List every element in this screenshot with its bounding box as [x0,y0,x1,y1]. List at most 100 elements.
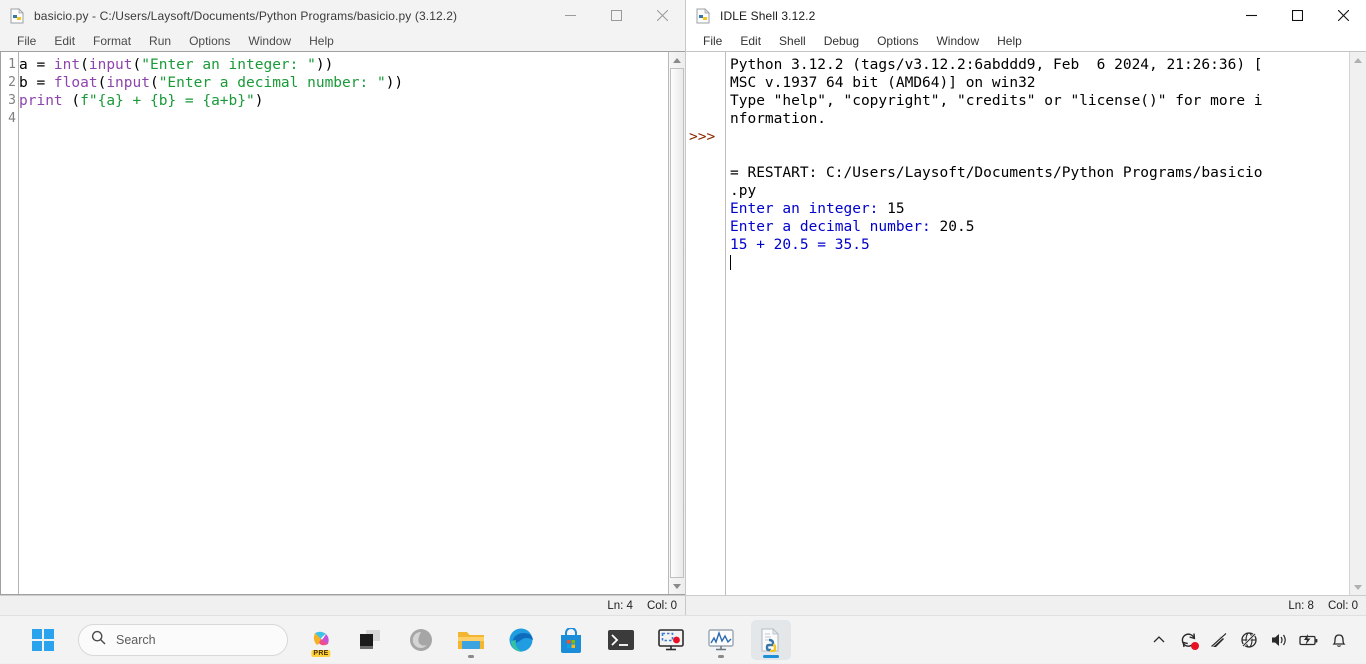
shell-token: Enter an integer: [730,201,887,217]
desktop: basicio.py - C:/Users/Laysoft/Documents/… [0,0,1366,663]
sync-update-icon[interactable] [1174,624,1204,656]
shell-menubar[interactable]: FileEditShellDebugOptionsWindowHelp [686,31,1366,51]
shell-gutter-blank [689,146,725,164]
editor-text-pane[interactable]: 1234 a = int(input("Enter an integer: ")… [0,51,685,595]
editor-menu-edit[interactable]: Edit [45,31,84,51]
shell-line [730,254,1349,272]
scroll-down-arrow-icon[interactable] [669,578,685,594]
shell-menu-window[interactable]: Window [927,31,988,51]
shell-line: 15 + 20.5 = 35.5 [730,236,1349,254]
performance-monitor-icon[interactable] [701,620,741,660]
running-indicator [718,655,724,658]
shell-menu-help[interactable]: Help [988,31,1031,51]
editor-menubar[interactable]: FileEditFormatRunOptionsWindowHelp [0,31,685,51]
minimize-icon[interactable] [547,0,593,31]
shell-menu-file[interactable]: File [694,31,731,51]
taskbar-left-group[interactable]: Search PRE [0,616,796,664]
shell-prompt-gutter: >>> [686,52,726,595]
shell-col-indicator: Col: 0 [1328,600,1358,612]
shell-output-pane[interactable]: >>> Python 3.12.2 (tags/v3.12.2:6abddd9,… [686,51,1366,595]
task-view-icon[interactable] [351,620,391,660]
search-icon [91,630,106,650]
maximize-icon[interactable] [593,0,639,31]
shell-menu-debug[interactable]: Debug [815,31,868,51]
notification-bell-icon[interactable] [1324,624,1354,656]
shell-token: Type "help", "copyright", "credits" or "… [730,93,1263,109]
shell-menu-shell[interactable]: Shell [770,31,815,51]
microsoft-edge-icon[interactable] [501,620,541,660]
text-cursor [730,255,731,270]
code-token: "Enter an integer: " [141,57,316,73]
shell-line [730,146,1349,164]
shell-titlebar[interactable]: IDLE Shell 3.12.2 [686,0,1366,31]
idle-editor-window[interactable]: basicio.py - C:/Users/Laysoft/Documents/… [0,0,686,615]
screen-capture-icon[interactable] [651,620,691,660]
python-idle-icon[interactable] [751,620,791,660]
editor-menu-help[interactable]: Help [300,31,343,51]
battery-charging-icon[interactable] [1294,624,1324,656]
code-token: ( [98,75,107,91]
windows-taskbar[interactable]: Search PRE [0,615,1366,663]
editor-window-controls[interactable] [547,0,685,31]
terminal-icon[interactable] [601,620,641,660]
editor-menu-format[interactable]: Format [84,31,140,51]
editor-scroll-thumb[interactable] [670,68,684,578]
code-token: int [54,57,80,73]
shell-window-controls[interactable] [1228,0,1366,31]
shell-vertical-scrollbar[interactable] [1349,52,1366,595]
idle-shell-window[interactable]: IDLE Shell 3.12.2 FileEditShellDebugOpti… [686,0,1366,615]
system-tray[interactable] [1144,616,1354,664]
editor-menu-options[interactable]: Options [180,31,239,51]
copilot-preview-icon[interactable]: PRE [301,620,341,660]
code-line [19,110,668,128]
search-placeholder-label: Search [116,633,156,647]
code-token: b = [19,75,54,91]
scroll-up-arrow-icon[interactable] [669,52,685,68]
line-number: 4 [1,110,16,128]
editor-menu-window[interactable]: Window [239,31,300,51]
shell-line [730,128,1349,146]
editor-scroll-track[interactable] [669,68,685,578]
editor-menu-file[interactable]: File [8,31,45,51]
shell-menu-edit[interactable]: Edit [731,31,770,51]
maximize-icon[interactable] [1274,0,1320,31]
code-token: ( [63,93,80,109]
editor-menu-run[interactable]: Run [140,31,180,51]
copilot-preview-badge: PRE [311,650,330,657]
editor-code-area[interactable]: a = int(input("Enter an integer: "))b = … [19,52,668,594]
microsoft-store-icon[interactable] [551,620,591,660]
network-offline-icon[interactable] [1234,624,1264,656]
search-input[interactable]: Search [78,624,288,656]
shell-prompt-marker: >>> [689,128,725,146]
shell-menu-options[interactable]: Options [868,31,927,51]
editor-vertical-scrollbar[interactable] [668,52,685,594]
copilot-icon[interactable] [401,620,441,660]
shell-text-area[interactable]: Python 3.12.2 (tags/v3.12.2:6abddd9, Feb… [726,52,1349,595]
file-explorer-icon[interactable] [451,620,491,660]
chevron-up-icon[interactable] [1144,624,1174,656]
shell-scroll-track[interactable] [1350,68,1366,579]
code-token: ( [150,75,159,91]
shell-token: .py [730,183,756,199]
scroll-down-arrow-icon[interactable] [1350,579,1366,595]
code-line: print (f"{a} + {b} = {a+b}") [19,92,668,110]
pen-disabled-icon[interactable] [1204,624,1234,656]
shell-line: MSC v.1937 64 bit (AMD64)] on win32 [730,74,1349,92]
shell-token: Python 3.12.2 (tags/v3.12.2:6abddd9, Feb… [730,57,1263,73]
shell-gutter-blank [689,74,725,92]
close-icon[interactable] [1320,0,1366,31]
code-token: "Enter a decimal number: " [159,75,386,91]
code-token: float [54,75,98,91]
editor-statusbar: Ln: 4 Col: 0 [0,595,685,615]
minimize-icon[interactable] [1228,0,1274,31]
windows-logo-icon[interactable] [23,620,63,660]
shell-token: nformation. [730,111,826,127]
shell-gutter-blank [689,92,725,110]
close-icon[interactable] [639,0,685,31]
shell-gutter-blank [689,254,725,272]
running-indicator [468,655,474,658]
editor-titlebar[interactable]: basicio.py - C:/Users/Laysoft/Documents/… [0,0,685,31]
line-number: 3 [1,92,16,110]
volume-icon[interactable] [1264,624,1294,656]
scroll-up-arrow-icon[interactable] [1350,52,1366,68]
